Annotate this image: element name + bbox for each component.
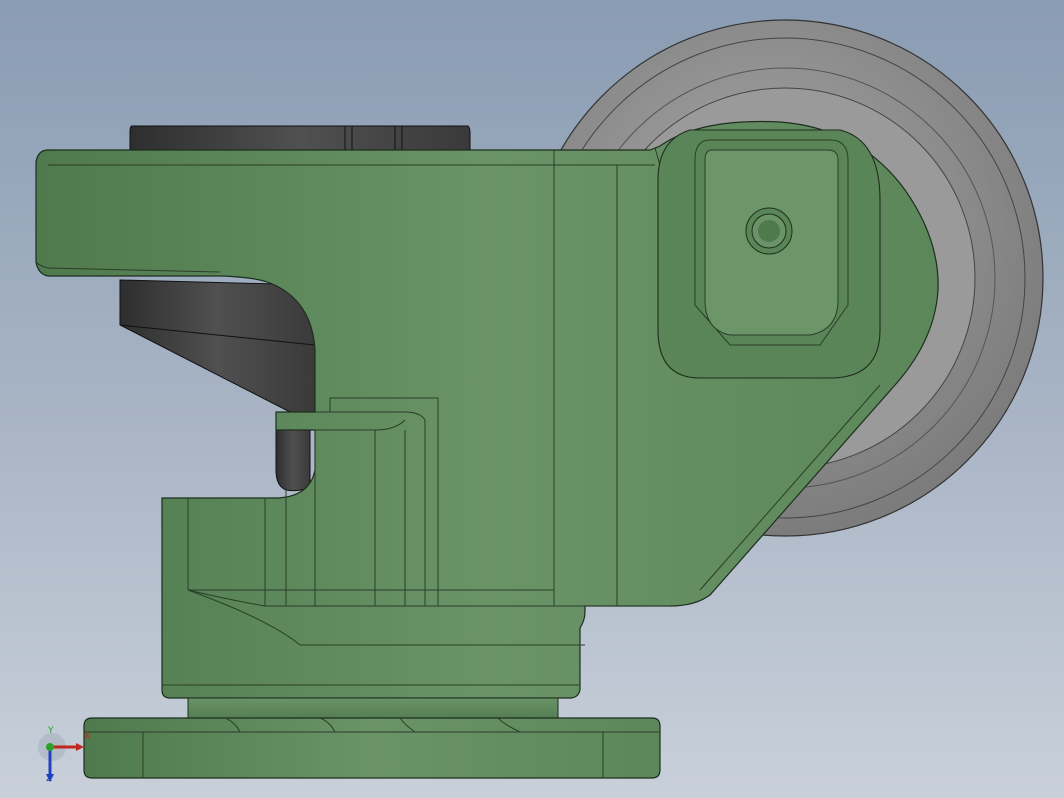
coordinate-triad: X Y Z xyxy=(36,726,96,786)
lever-wedge[interactable] xyxy=(119,279,316,492)
foot-base-plate[interactable] xyxy=(83,697,661,779)
axle-housing[interactable] xyxy=(657,129,881,379)
cad-3d-viewport[interactable]: X Y Z xyxy=(0,0,1064,798)
axis-y-label: Y xyxy=(48,726,54,736)
top-mount-plate[interactable] xyxy=(129,125,471,153)
axis-x-label: X xyxy=(84,732,91,742)
caster-wheel-3d-model[interactable] xyxy=(0,0,1064,798)
axis-z-label: Z xyxy=(46,774,53,784)
